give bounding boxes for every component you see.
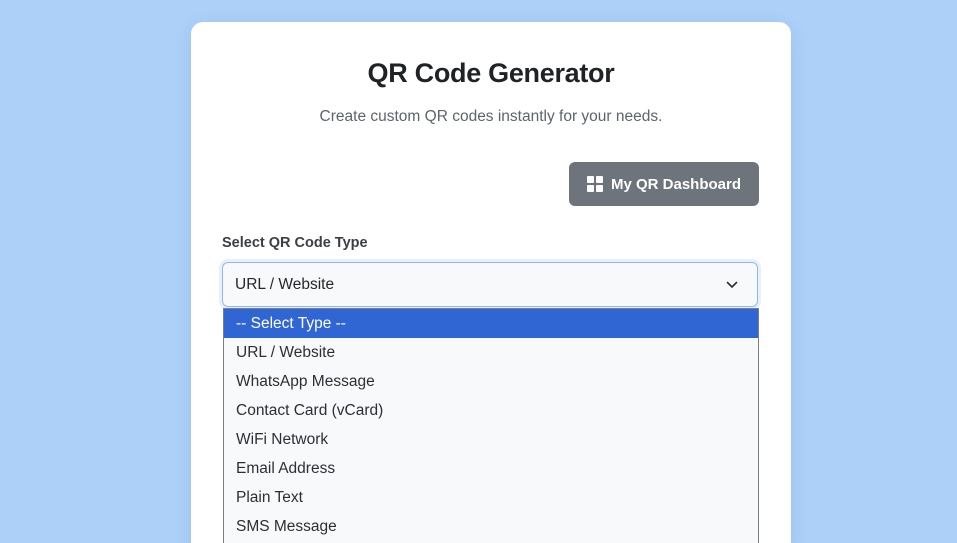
- qr-type-selected-value: URL / Website: [235, 275, 335, 293]
- dropdown-option-email[interactable]: Email Address: [224, 454, 758, 483]
- dropdown-option-whatsapp[interactable]: WhatsApp Message: [224, 367, 758, 396]
- dropdown-option-url[interactable]: URL / Website: [224, 338, 758, 367]
- dashboard-button-label: My QR Dashboard: [610, 175, 742, 193]
- chevron-down-icon: [725, 278, 739, 292]
- dropdown-option-plain-text[interactable]: Plain Text: [224, 483, 758, 512]
- dropdown-option-sms[interactable]: SMS Message: [224, 512, 758, 541]
- qr-type-dropdown-list: -- Select Type -- URL / Website WhatsApp…: [223, 308, 759, 543]
- dropdown-option-select-type[interactable]: -- Select Type --: [224, 309, 758, 338]
- my-qr-dashboard-button[interactable]: My QR Dashboard: [569, 162, 759, 206]
- qr-type-select[interactable]: URL / Website: [222, 262, 758, 307]
- dropdown-option-wifi[interactable]: WiFi Network: [224, 425, 758, 454]
- dropdown-option-vcard[interactable]: Contact Card (vCard): [224, 396, 758, 425]
- qr-type-label: Select QR Code Type: [222, 235, 368, 251]
- windows-grid-icon: [586, 176, 603, 192]
- page-title: QR Code Generator: [367, 58, 615, 88]
- page-subtitle: Create custom QR codes instantly for you…: [319, 108, 663, 125]
